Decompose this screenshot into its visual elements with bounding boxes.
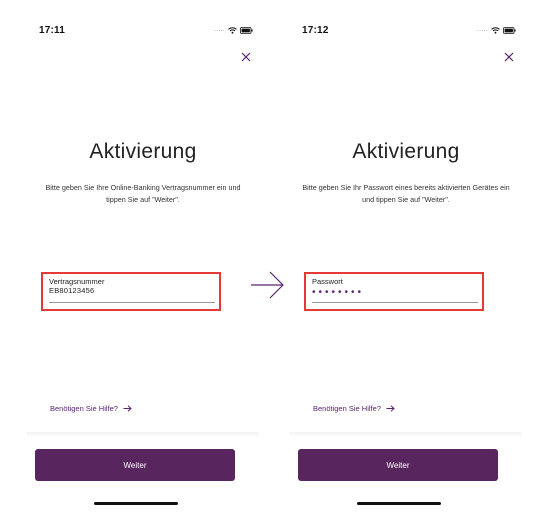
- footer-divider: [290, 432, 522, 438]
- footer-divider: [27, 432, 259, 438]
- page-title: Aktivierung: [352, 140, 460, 163]
- phone-screen-password: 17:12 ..... Aktivierung Bitte geben Sie …: [290, 0, 522, 527]
- instruction-text: Bitte geben Sie Ihr Passwort eines berei…: [302, 183, 510, 204]
- field-label: Vertragsnummer: [49, 277, 105, 286]
- close-icon[interactable]: [502, 50, 516, 64]
- status-time: 17:11: [39, 25, 66, 36]
- wifi-icon: [491, 26, 500, 34]
- status-icons: .....: [477, 25, 516, 35]
- signal-indicator: .....: [477, 27, 488, 33]
- continue-button[interactable]: Weiter: [35, 449, 235, 481]
- help-link[interactable]: Benötigen Sie Hilfe?: [50, 404, 132, 413]
- arrow-right-icon: [123, 405, 132, 412]
- signal-indicator: .....: [214, 27, 225, 33]
- contract-number-input[interactable]: EB80123456: [49, 286, 213, 296]
- field-underline: [312, 302, 478, 303]
- battery-icon: [240, 26, 253, 34]
- wifi-icon: [228, 26, 237, 34]
- status-icons: .....: [214, 25, 253, 35]
- field-label: Passwort: [312, 277, 343, 286]
- home-indicator: [357, 502, 441, 505]
- phone-screen-contract-number: 17:11 ..... Aktivierung Bitte geben Sie …: [27, 0, 259, 527]
- screenshot-canvas: 17:11 ..... Aktivierung Bitte geben Sie …: [0, 0, 540, 527]
- continue-button[interactable]: Weiter: [298, 449, 498, 481]
- battery-icon: [503, 26, 516, 34]
- instruction-text: Bitte geben Sie Ihre Online-Banking Vert…: [45, 183, 241, 204]
- page-title: Aktivierung: [89, 140, 197, 163]
- password-field[interactable]: Passwort ••••••••: [304, 272, 484, 311]
- close-icon[interactable]: [239, 50, 253, 64]
- flow-arrow-icon: [250, 271, 286, 299]
- help-link[interactable]: Benötigen Sie Hilfe?: [313, 404, 395, 413]
- arrow-right-icon: [386, 405, 395, 412]
- status-time: 17:12: [302, 25, 329, 36]
- help-link-label: Benötigen Sie Hilfe?: [313, 404, 381, 413]
- password-input[interactable]: ••••••••: [312, 287, 476, 298]
- contract-number-field[interactable]: Vertragsnummer EB80123456: [41, 272, 221, 311]
- field-underline: [49, 302, 215, 303]
- help-link-label: Benötigen Sie Hilfe?: [50, 404, 118, 413]
- home-indicator: [94, 502, 178, 505]
